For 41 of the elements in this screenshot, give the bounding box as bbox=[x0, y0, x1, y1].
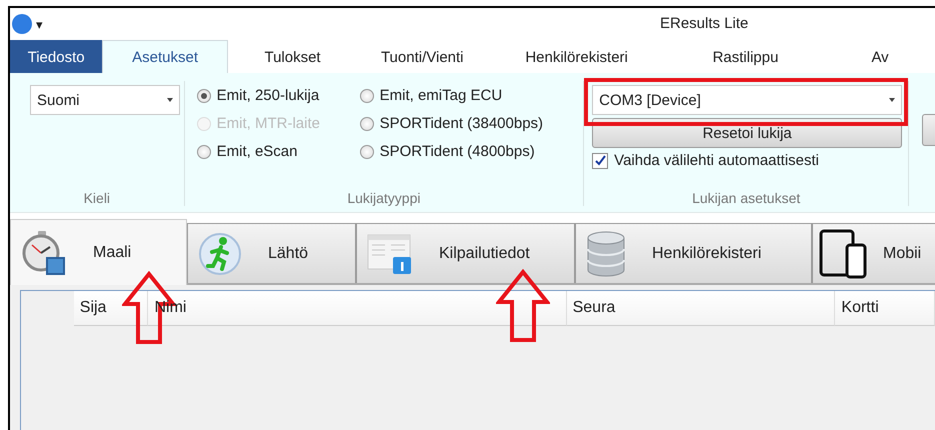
column-header[interactable]: Kortti bbox=[835, 291, 935, 326]
file-menu-tab[interactable]: Tiedosto bbox=[10, 40, 102, 73]
checkbox-label: Vaihda välilehti automaattisesti bbox=[614, 152, 820, 169]
group-label: Lukijatyyppi bbox=[346, 190, 422, 206]
running-figure-icon bbox=[198, 232, 242, 276]
reader-type-radio[interactable]: SPORTident (38400bps) bbox=[360, 115, 584, 132]
radio-circle[interactable] bbox=[360, 144, 374, 158]
main-tab[interactable]: Maali bbox=[10, 219, 187, 285]
group-label: Lukijan asetukset bbox=[691, 190, 802, 206]
reader-type-radio[interactable]: SPORTident (4800bps) bbox=[360, 143, 584, 160]
main-tab[interactable]: Kilpailutiedot bbox=[356, 223, 575, 283]
tablet-phone-icon bbox=[819, 228, 869, 278]
port-dropdown[interactable]: COM3 [Device] bbox=[592, 85, 902, 115]
radio-circle[interactable] bbox=[196, 144, 211, 158]
ribbon-tab[interactable]: Henkilörekisteri bbox=[487, 40, 666, 73]
ribbon-tab[interactable]: Tulokset bbox=[228, 40, 358, 73]
checkbox[interactable] bbox=[592, 152, 608, 168]
reader-type-radio[interactable]: Emit, emiTag ECU bbox=[360, 87, 584, 104]
ribbon-tab[interactable]: Av bbox=[825, 40, 935, 73]
radio-circle[interactable] bbox=[360, 88, 374, 102]
column-header[interactable]: Sija bbox=[74, 291, 148, 326]
main-tab[interactable]: Henkilörekisteri bbox=[575, 223, 812, 283]
language-dropdown[interactable]: Suomi bbox=[30, 85, 180, 115]
main-tab[interactable]: Mobii bbox=[812, 223, 935, 283]
ribbon-tab[interactable]: Asetukset bbox=[102, 40, 228, 73]
column-header[interactable]: Seura bbox=[566, 291, 836, 326]
quick-access-menu[interactable]: ▾ bbox=[36, 16, 43, 32]
ribbon-button[interactable] bbox=[922, 114, 935, 146]
database-icon bbox=[586, 230, 626, 276]
app-logo-icon[interactable] bbox=[12, 14, 32, 34]
document-info-icon bbox=[367, 232, 413, 274]
stopwatch-icon bbox=[21, 230, 67, 276]
radio-circle[interactable] bbox=[360, 116, 374, 130]
ribbon-tab[interactable]: Tuonti/Vienti bbox=[357, 40, 488, 73]
ribbon-tab[interactable]: Rastilippu bbox=[666, 40, 826, 73]
group-label: Kieli bbox=[82, 190, 112, 206]
reader-type-radio[interactable]: Emit, 250-lukija bbox=[196, 87, 360, 104]
radio-circle[interactable] bbox=[196, 88, 211, 102]
main-tab[interactable]: Lähtö bbox=[187, 223, 356, 283]
reader-type-radio[interactable]: Emit, eScan bbox=[196, 143, 360, 160]
window-title: EResults Lite bbox=[660, 15, 748, 32]
